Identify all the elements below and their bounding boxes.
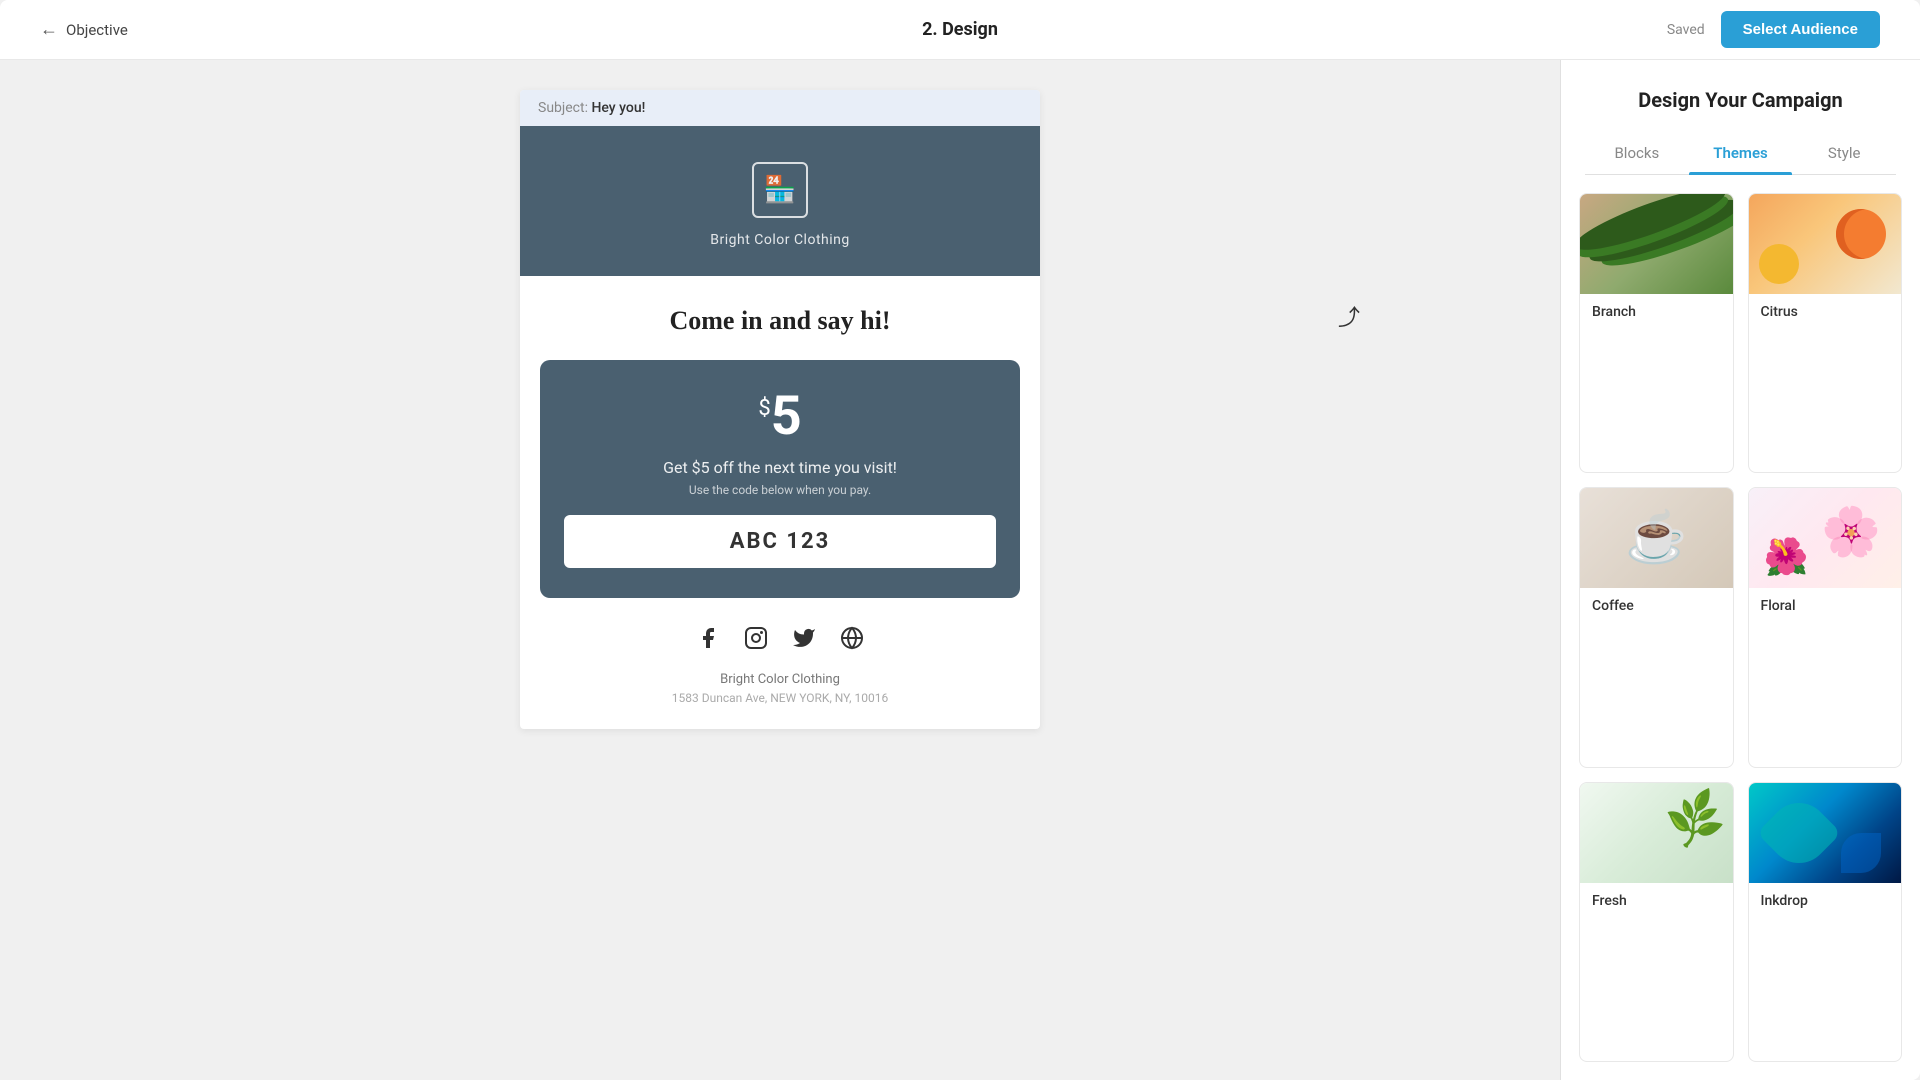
coupon-code: ABC 123 <box>564 515 996 568</box>
theme-card-branch[interactable]: Branch <box>1579 193 1734 473</box>
twitter-icon[interactable] <box>792 626 816 656</box>
page-title: 2. Design <box>922 19 998 40</box>
theme-card-inkdrop[interactable]: Inkdrop <box>1748 782 1903 1062</box>
email-headline: Come in and say hi! <box>540 306 1020 336</box>
coupon-dollar-sign: $ <box>758 396 770 421</box>
tab-blocks[interactable]: Blocks <box>1585 132 1689 174</box>
theme-label-branch: Branch <box>1580 294 1733 330</box>
theme-card-coffee[interactable]: Coffee <box>1579 487 1734 767</box>
theme-image-fresh <box>1580 783 1733 883</box>
email-subject-bar: Subject: Hey you! <box>520 90 1040 126</box>
main-content: ⤴ Subject: Hey you! 🏪 Bright Color Cloth… <box>0 60 1920 1080</box>
right-sidebar: Design Your Campaign Blocks Themes Style <box>1560 60 1920 1080</box>
select-audience-button[interactable]: Select Audience <box>1721 11 1880 48</box>
theme-image-citrus <box>1749 194 1902 294</box>
coupon-text: Get $5 off the next time you visit! <box>564 458 996 477</box>
app-window: ← Objective 2. Design Saved Select Audie… <box>0 0 1920 1080</box>
email-header: 🏪 Bright Color Clothing <box>520 126 1040 276</box>
coupon-sub-text: Use the code below when you pay. <box>564 483 996 497</box>
footer-brand: Bright Color Clothing <box>540 672 1020 687</box>
footer-address: 1583 Duncan Ave, NEW YORK, NY, 10016 <box>540 691 1020 705</box>
saved-status: Saved <box>1667 22 1705 38</box>
email-footer: Bright Color Clothing 1583 Duncan Ave, N… <box>520 598 1040 729</box>
subject-label: Subject: <box>538 100 588 116</box>
sidebar-title: Design Your Campaign <box>1585 88 1896 112</box>
facebook-icon[interactable] <box>696 626 720 656</box>
store-icon: 🏪 <box>764 175 796 205</box>
tab-style[interactable]: Style <box>1792 132 1896 174</box>
back-nav[interactable]: ← Objective <box>40 19 128 40</box>
theme-label-citrus: Citrus <box>1749 294 1902 330</box>
website-icon[interactable] <box>840 626 864 656</box>
cursor-icon: ⤴ <box>1338 300 1360 332</box>
social-icons-row <box>540 626 1020 656</box>
theme-label-coffee: Coffee <box>1580 588 1733 624</box>
sidebar-header: Design Your Campaign Blocks Themes Style <box>1561 60 1920 175</box>
theme-grid: Branch Citrus Coffee Floral Fresh <box>1561 175 1920 1080</box>
coupon-amount: $5 <box>758 390 801 444</box>
theme-card-floral[interactable]: Floral <box>1748 487 1903 767</box>
subject-value: Hey you! <box>591 100 645 116</box>
email-logo-box: 🏪 <box>752 162 808 218</box>
theme-image-floral <box>1749 488 1902 588</box>
email-preview-card: Subject: Hey you! 🏪 Bright Color Clothin… <box>520 90 1040 729</box>
coupon-number: 5 <box>771 385 802 448</box>
preview-area: ⤴ Subject: Hey you! 🏪 Bright Color Cloth… <box>0 60 1560 1080</box>
back-label: Objective <box>66 21 128 39</box>
nav-actions: Saved Select Audience <box>1667 11 1880 48</box>
tab-themes[interactable]: Themes <box>1689 132 1793 174</box>
tab-bar: Blocks Themes Style <box>1585 132 1896 175</box>
instagram-icon[interactable] <box>744 626 768 656</box>
theme-label-fresh: Fresh <box>1580 883 1733 919</box>
email-body: Come in and say hi! $5 Get $5 off the ne… <box>520 276 1040 598</box>
theme-image-branch <box>1580 194 1733 294</box>
email-brand-name: Bright Color Clothing <box>710 232 850 248</box>
theme-label-floral: Floral <box>1749 588 1902 624</box>
email-coupon-card: $5 Get $5 off the next time you visit! U… <box>540 360 1020 598</box>
top-nav: ← Objective 2. Design Saved Select Audie… <box>0 0 1920 60</box>
back-arrow-icon: ← <box>40 19 58 40</box>
theme-card-citrus[interactable]: Citrus <box>1748 193 1903 473</box>
theme-label-inkdrop: Inkdrop <box>1749 883 1902 919</box>
theme-image-coffee <box>1580 488 1733 588</box>
theme-card-fresh[interactable]: Fresh <box>1579 782 1734 1062</box>
theme-image-inkdrop <box>1749 783 1902 883</box>
